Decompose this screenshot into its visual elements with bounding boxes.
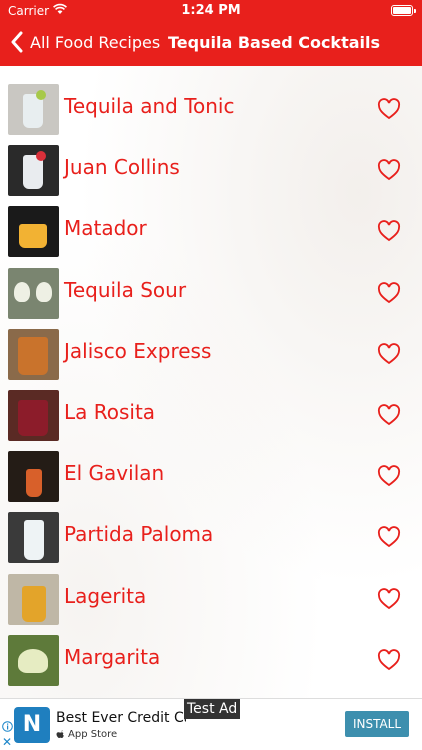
heart-icon[interactable] [377, 220, 401, 242]
ad-title: Best Ever Credit Card [56, 710, 186, 726]
recipe-name: La Rosita [64, 399, 156, 424]
ad-store-label: App Store [68, 729, 118, 740]
recipe-thumbnail [8, 328, 59, 380]
recipe-name: Juan Collins [64, 155, 180, 180]
list-item[interactable]: Jalisco Express [0, 327, 422, 388]
page-title: Tequila Based Cocktails [168, 33, 381, 52]
recipe-thumbnail [8, 206, 59, 258]
recipe-name: Lagerita [64, 583, 147, 608]
recipe-thumbnail [8, 389, 59, 441]
heart-icon[interactable] [377, 465, 401, 487]
list-item[interactable]: La Rosita [0, 388, 422, 449]
heart-icon[interactable] [377, 342, 401, 365]
recipe-name: Partida Paloma [64, 522, 214, 547]
heart-icon[interactable] [377, 526, 401, 548]
recipe-thumbnail [8, 512, 59, 564]
recipe-name: Tequila Sour [64, 277, 187, 302]
list-item[interactable]: Partida Paloma [0, 510, 422, 571]
list-item[interactable]: Tequila and Tonic [0, 82, 422, 143]
list-item[interactable]: Tequila Sour [0, 266, 422, 327]
ad-banner[interactable]: ✕ N Best Ever Credit Card App Store Test… [0, 698, 422, 750]
back-button-label: All Food Recipes [30, 32, 161, 52]
heart-icon[interactable] [377, 648, 401, 671]
battery-icon [391, 5, 416, 16]
heart-icon[interactable] [377, 159, 401, 181]
status-time: 1:24 PM [181, 3, 241, 18]
recipe-thumbnail [8, 634, 59, 686]
recipe-name: El Gavilan [64, 461, 165, 486]
ad-app-icon: N [14, 707, 50, 743]
recipe-name: Margarita [64, 644, 161, 669]
apple-icon [56, 729, 64, 738]
heart-icon[interactable] [377, 587, 401, 610]
install-button[interactable]: INSTALL [345, 711, 409, 737]
recipe-list: Tequila and Tonic Juan Collins Matador T… [0, 82, 422, 694]
navigation-bar: All Food Recipes Tequila Based Cocktails [0, 22, 422, 66]
heart-icon[interactable] [377, 404, 401, 426]
recipe-thumbnail [8, 145, 59, 197]
heart-icon[interactable] [377, 98, 401, 120]
info-icon[interactable] [2, 721, 13, 732]
recipe-thumbnail [8, 573, 59, 625]
chevron-left-icon [11, 31, 23, 53]
list-item[interactable]: Margarita [0, 633, 422, 694]
recipe-name: Jalisco Express [64, 338, 212, 363]
recipe-thumbnail [8, 267, 59, 319]
heart-icon[interactable] [377, 281, 401, 304]
recipe-thumbnail [8, 84, 59, 135]
recipe-name: Tequila and Tonic [64, 94, 235, 118]
list-item[interactable]: El Gavilan [0, 449, 422, 510]
list-item[interactable]: Matador [0, 204, 422, 265]
recipe-name: Matador [64, 216, 147, 241]
top-bar: Carrier 1:24 PM All Food Recipes Tequila… [0, 0, 422, 66]
recipe-list-container: Tequila and Tonic Juan Collins Matador T… [0, 66, 422, 698]
back-button[interactable]: All Food Recipes [10, 31, 160, 53]
recipe-thumbnail [8, 451, 59, 503]
ad-store-info: App Store [56, 729, 117, 740]
ad-label-badge: Test Ad [184, 699, 241, 719]
list-item[interactable]: Juan Collins [0, 143, 422, 204]
status-bar: Carrier 1:24 PM [0, 0, 422, 22]
list-item[interactable]: Lagerita [0, 572, 422, 633]
close-icon[interactable]: ✕ [2, 735, 12, 749]
